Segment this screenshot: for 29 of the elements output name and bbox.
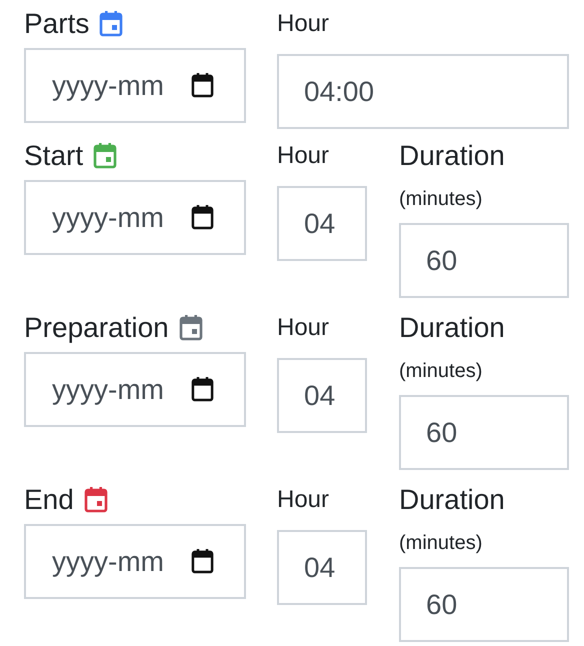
unit-label: (minutes) [399,531,484,556]
duration-field[interactable]: 60 [399,223,569,298]
field-label: Hour [277,313,330,343]
date-field[interactable]: yyyy-mm [24,352,246,427]
date-field[interactable]: yyyy-mm [24,48,246,123]
field-label: Duration [399,139,506,173]
field-label: Parts [24,7,90,41]
field-label: Hour [277,141,330,171]
hour-field[interactable]: 04 [277,358,367,433]
field-label: Hour [277,9,330,39]
hour-field[interactable]: 04:00 [277,54,569,129]
calendar-icon[interactable] [191,205,214,230]
hour-field[interactable]: 04 [277,530,367,605]
field-label: Start [24,139,84,173]
field-label: End [24,483,74,517]
calendar-icon[interactable] [191,73,214,98]
duration-field[interactable]: 60 [399,567,569,642]
unit-label: (minutes) [399,187,484,212]
duration-field[interactable]: 60 [399,395,569,470]
date-field[interactable]: yyyy-mm [24,524,246,599]
field-label: Hour [277,485,330,515]
date-field[interactable]: yyyy-mm [24,180,246,255]
hour-field[interactable]: 04 [277,186,367,261]
field-label: Duration [399,483,506,517]
unit-label: (minutes) [399,359,484,384]
calendar-icon[interactable] [191,377,214,402]
field-label: Preparation [24,311,169,345]
field-label: Duration [399,311,506,345]
calendar-icon[interactable] [191,549,214,574]
